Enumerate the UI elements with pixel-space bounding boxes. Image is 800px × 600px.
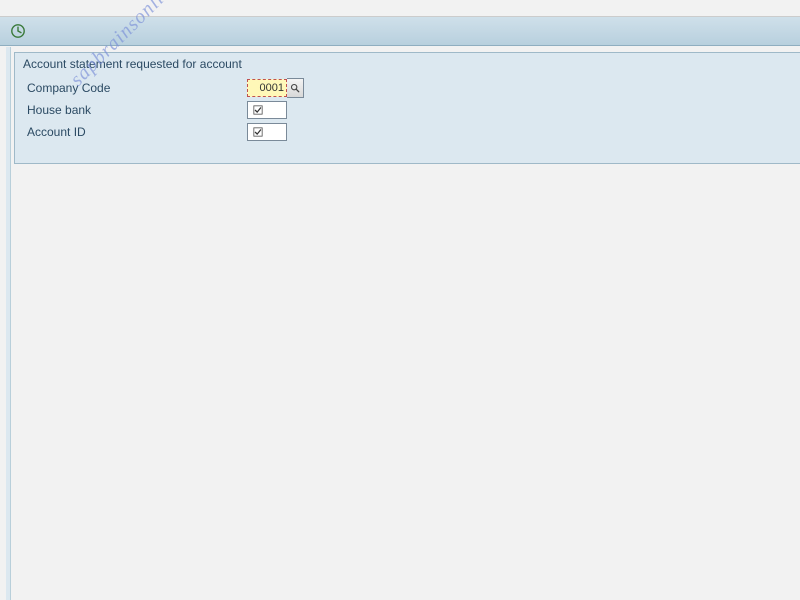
house-bank-input[interactable] (247, 101, 287, 119)
account-statement-groupbox: Account statement requested for account … (14, 52, 800, 164)
row-company-code: Company Code (15, 77, 800, 99)
application-toolbar (0, 17, 800, 46)
clock-execute-icon (10, 23, 26, 39)
execute-button[interactable] (10, 23, 26, 39)
input-wrap-house-bank (247, 101, 287, 119)
label-company-code: Company Code (27, 81, 247, 95)
menu-bar (0, 0, 800, 17)
required-check-icon (252, 104, 264, 116)
search-help-icon (290, 83, 300, 93)
content-area: Account statement requested for account … (0, 46, 800, 164)
left-margin-stripe (6, 47, 11, 600)
company-code-f4-button[interactable] (287, 78, 304, 98)
app-root: Account statement requested for account … (0, 0, 800, 600)
row-house-bank: House bank (15, 99, 800, 121)
input-wrap-account-id (247, 123, 287, 141)
label-house-bank: House bank (27, 103, 247, 117)
groupbox-title: Account statement requested for account (15, 53, 800, 77)
row-account-id: Account ID (15, 121, 800, 143)
required-check-icon (252, 126, 264, 138)
input-wrap-company-code (247, 78, 304, 98)
account-id-input[interactable] (247, 123, 287, 141)
label-account-id: Account ID (27, 125, 247, 139)
company-code-input[interactable] (247, 79, 287, 97)
